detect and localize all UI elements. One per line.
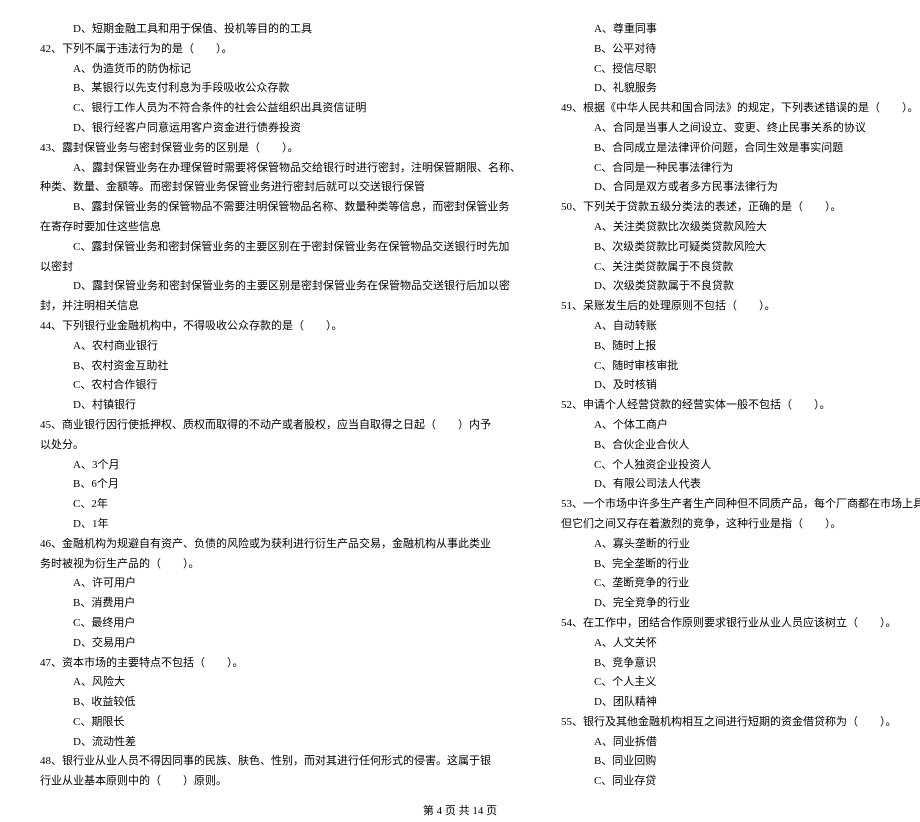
text-line: 但它们之间又存在着激烈的竞争，这种行业是指（ ）。 <box>561 515 920 535</box>
text-line: 49、根据《中华人民共和国合同法》的规定，下列表述错误的是（ ）。 <box>561 99 920 119</box>
text-line: 封，并注明相关信息 <box>40 297 521 317</box>
text-line: A、3个月 <box>40 456 521 476</box>
text-line: C、农村合作银行 <box>40 376 521 396</box>
text-line: C、2年 <box>40 495 521 515</box>
text-line: 在寄存时要加住这些信息 <box>40 218 521 238</box>
text-line: 52、申请个人经营贷款的经营实体一般不包括（ ）。 <box>561 396 920 416</box>
text-line: 50、下列关于贷款五级分类法的表述，正确的是（ ）。 <box>561 198 920 218</box>
text-line: A、人文关怀 <box>561 634 920 654</box>
text-line: 42、下列不属于违法行为的是（ ）。 <box>40 40 521 60</box>
text-line: A、关注类贷款比次级类贷款风险大 <box>561 218 920 238</box>
text-line: A、露封保管业务在办理保管时需要将保管物品交给银行时进行密封，注明保管期限、名称… <box>40 159 521 179</box>
text-line: 51、呆账发生后的处理原则不包括（ ）。 <box>561 297 920 317</box>
text-line: 48、银行业从业人员不得因同事的民族、肤色、性别，而对其进行任何形式的侵害。这属… <box>40 752 521 772</box>
text-line: 45、商业银行因行使抵押权、质权而取得的不动产或者股权，应当自取得之日起（ ）内… <box>40 416 521 436</box>
text-line: 43、露封保管业务与密封保管业务的区别是（ ）。 <box>40 139 521 159</box>
text-line: C、合同是一种民事法律行为 <box>561 159 920 179</box>
text-line: B、收益较低 <box>40 693 521 713</box>
text-line: B、露封保管业务的保管物品不需要注明保管物品名称、数量种类等信息，而密封保管业务 <box>40 198 521 218</box>
text-line: C、关注类贷款属于不良贷款 <box>561 258 920 278</box>
text-line: C、垄断竞争的行业 <box>561 574 920 594</box>
left-column: D、短期金融工具和用于保值、投机等目的的工具42、下列不属于违法行为的是（ ）。… <box>40 20 521 792</box>
text-line: B、完全垄断的行业 <box>561 555 920 575</box>
page-columns: D、短期金融工具和用于保值、投机等目的的工具42、下列不属于违法行为的是（ ）。… <box>40 20 880 792</box>
text-line: B、某银行以先支付利息为手段吸收公众存款 <box>40 79 521 99</box>
text-line: A、同业拆借 <box>561 733 920 753</box>
text-line: A、合同是当事人之间设立、变更、终止民事关系的协议 <box>561 119 920 139</box>
text-line: 44、下列银行业金融机构中，不得吸收公众存款的是（ ）。 <box>40 317 521 337</box>
text-line: D、及时核销 <box>561 376 920 396</box>
text-line: C、同业存贷 <box>561 772 920 792</box>
text-line: B、次级类贷款比可疑类贷款风险大 <box>561 238 920 258</box>
text-line: A、伪造货币的防伪标记 <box>40 60 521 80</box>
text-line: B、同业回购 <box>561 752 920 772</box>
text-line: D、交易用户 <box>40 634 521 654</box>
text-line: D、1年 <box>40 515 521 535</box>
text-line: 54、在工作中，团结合作原则要求银行业从业人员应该树立（ ）。 <box>561 614 920 634</box>
text-line: 务时被视为衍生产品的（ ）。 <box>40 555 521 575</box>
text-line: C、露封保管业务和密封保管业务的主要区别在于密封保管业务在保管物品交送银行时先加 <box>40 238 521 258</box>
text-line: B、随时上报 <box>561 337 920 357</box>
text-line: A、农村商业银行 <box>40 337 521 357</box>
text-line: 46、金融机构为规避自有资产、负债的风险或为获利进行衍生产品交易，金融机构从事此… <box>40 535 521 555</box>
text-line: 种类、数量、金额等。而密封保管业务保管业务进行密封后就可以交送银行保管 <box>40 178 521 198</box>
text-line: D、村镇银行 <box>40 396 521 416</box>
text-line: B、竞争意识 <box>561 654 920 674</box>
text-line: A、许可用户 <box>40 574 521 594</box>
text-line: D、露封保管业务和密封保管业务的主要区别是密封保管业务在保管物品交送银行后加以密 <box>40 277 521 297</box>
text-line: D、次级类贷款属于不良贷款 <box>561 277 920 297</box>
text-line: D、礼貌服务 <box>561 79 920 99</box>
text-line: B、合同成立是法律评价问题，合同生效是事实问题 <box>561 139 920 159</box>
text-line: B、农村资金互助社 <box>40 357 521 377</box>
text-line: 55、银行及其他金融机构相互之间进行短期的资金借贷称为（ ）。 <box>561 713 920 733</box>
text-line: C、随时审核审批 <box>561 357 920 377</box>
right-column: A、尊重同事B、公平对待C、授信尽职D、礼貌服务49、根据《中华人民共和国合同法… <box>561 20 920 792</box>
text-line: 以密封 <box>40 258 521 278</box>
text-line: B、6个月 <box>40 475 521 495</box>
text-line: 53、一个市场中许多生产者生产同种但不同质产品，每个厂商都在市场上具有一定的垄断… <box>561 495 920 515</box>
text-line: D、合同是双方或者多方民事法律行为 <box>561 178 920 198</box>
text-line: C、最终用户 <box>40 614 521 634</box>
text-line: D、流动性差 <box>40 733 521 753</box>
text-line: D、有限公司法人代表 <box>561 475 920 495</box>
page-footer: 第 4 页 共 14 页 <box>40 802 880 822</box>
text-line: D、团队精神 <box>561 693 920 713</box>
text-line: A、个体工商户 <box>561 416 920 436</box>
text-line: 以处分。 <box>40 436 521 456</box>
text-line: A、尊重同事 <box>561 20 920 40</box>
text-line: C、银行工作人员为不符合条件的社会公益组织出具资信证明 <box>40 99 521 119</box>
text-line: C、授信尽职 <box>561 60 920 80</box>
text-line: C、个人独资企业投资人 <box>561 456 920 476</box>
text-line: A、寡头垄断的行业 <box>561 535 920 555</box>
text-line: 行业从业基本原则中的（ ）原则。 <box>40 772 521 792</box>
text-line: B、公平对待 <box>561 40 920 60</box>
text-line: B、合伙企业合伙人 <box>561 436 920 456</box>
text-line: C、期限长 <box>40 713 521 733</box>
text-line: D、完全竞争的行业 <box>561 594 920 614</box>
text-line: 47、资本市场的主要特点不包括（ ）。 <box>40 654 521 674</box>
text-line: A、自动转账 <box>561 317 920 337</box>
text-line: A、风险大 <box>40 673 521 693</box>
text-line: B、消费用户 <box>40 594 521 614</box>
text-line: C、个人主义 <box>561 673 920 693</box>
text-line: D、银行经客户同意运用客户资金进行债券投资 <box>40 119 521 139</box>
text-line: D、短期金融工具和用于保值、投机等目的的工具 <box>40 20 521 40</box>
